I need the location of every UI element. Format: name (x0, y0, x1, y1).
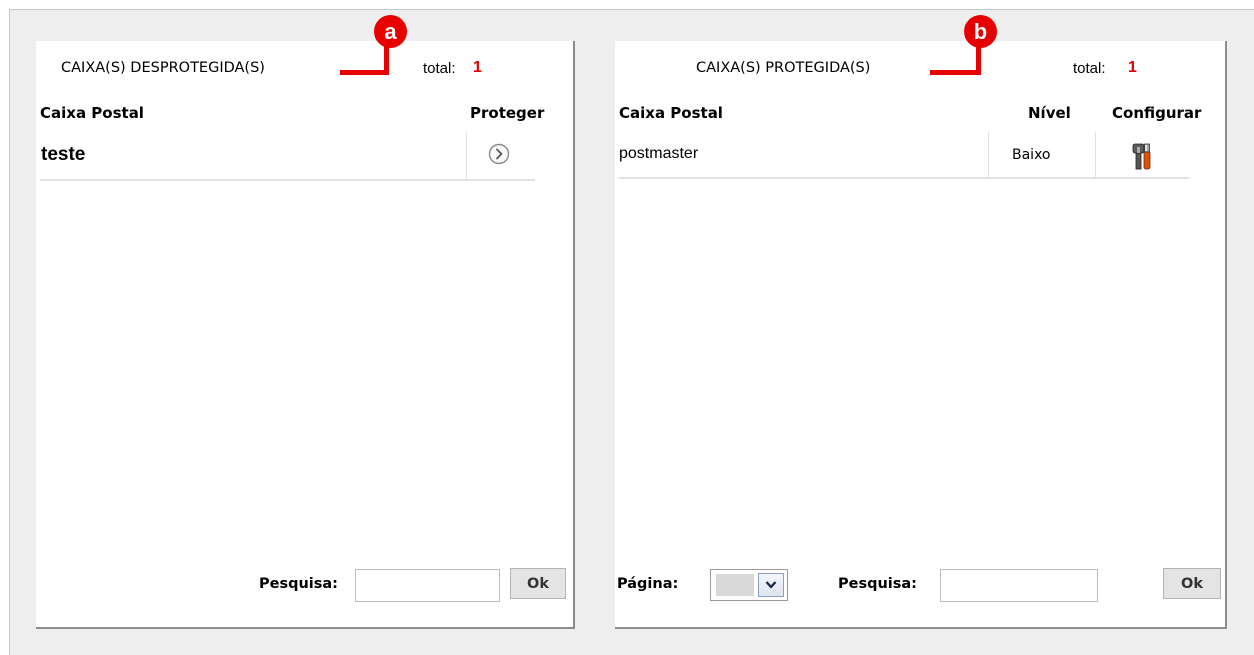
unprotected-panel-title: CAIXA(S) DESPROTEGIDA(S) (61, 60, 265, 76)
column-header-mailbox: Caixa Postal (40, 104, 144, 122)
tools-icon (1132, 143, 1151, 170)
unprotected-search-label: Pesquisa: (259, 576, 338, 592)
protection-level: Baixo (1012, 147, 1051, 163)
column-header-level: Nível (1028, 104, 1071, 122)
column-divider (466, 132, 467, 179)
column-header-mailbox: Caixa Postal (619, 104, 723, 122)
protected-mailboxes-panel (615, 41, 1227, 629)
unprotected-ok-button[interactable]: Ok (510, 568, 566, 599)
unprotected-mailbox-name: teste (41, 144, 86, 165)
callout-a-badge: a (374, 15, 407, 48)
column-header-protect: Proteger (470, 104, 545, 122)
protect-button[interactable] (488, 143, 510, 165)
table-row-divider (619, 177, 1189, 179)
protected-mailbox-name: postmaster (619, 145, 699, 162)
protected-ok-button[interactable]: Ok (1163, 568, 1221, 599)
callout-a-pointer (340, 70, 389, 75)
unprotected-total-label: total: (423, 60, 456, 77)
column-divider (1095, 132, 1096, 177)
protected-search-label: Pesquisa: (838, 576, 917, 592)
unprotected-search-input[interactable] (355, 569, 500, 602)
protected-panel-title: CAIXA(S) PROTEGIDA(S) (696, 60, 871, 76)
page-select[interactable] (710, 569, 788, 601)
unprotected-total-value: 1 (473, 59, 482, 76)
column-header-configure: Configurar (1112, 104, 1202, 122)
unprotected-mailboxes-panel (36, 41, 575, 629)
protected-total-label: total: (1073, 60, 1106, 77)
page-label: Página: (617, 576, 679, 592)
chevron-down-icon (765, 581, 777, 589)
table-row-divider (40, 179, 535, 181)
page-select-value (716, 574, 754, 596)
callout-b-pointer (930, 70, 981, 75)
configure-button[interactable] (1128, 141, 1156, 171)
protected-search-input[interactable] (940, 569, 1098, 602)
chevron-right-circle-icon (488, 143, 510, 165)
column-divider (988, 132, 989, 177)
dropdown-button[interactable] (758, 573, 784, 597)
protected-total-value: 1 (1128, 59, 1137, 76)
